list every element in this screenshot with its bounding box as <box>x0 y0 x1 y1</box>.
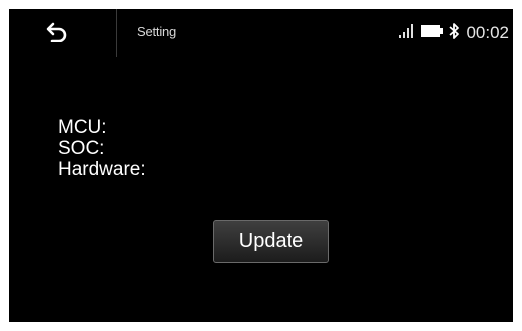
device-screen: Setting 00:02 MCU: SOC: Hardware: Update <box>9 9 513 322</box>
version-info: MCU: SOC: Hardware: <box>58 117 146 180</box>
hardware-label: Hardware: <box>58 159 146 180</box>
header-divider <box>116 9 117 57</box>
status-time: 00:02 <box>466 23 509 42</box>
battery-icon <box>420 23 444 44</box>
page-title: Setting <box>137 24 177 39</box>
mcu-label: MCU: <box>58 117 107 138</box>
soc-label: SOC: <box>58 138 105 159</box>
back-button[interactable] <box>37 17 77 51</box>
back-arrow-icon <box>46 22 68 47</box>
status-bar: 00:02 <box>398 19 513 47</box>
top-bar: Setting 00:02 <box>9 9 513 57</box>
bluetooth-icon <box>448 22 460 45</box>
update-button[interactable]: Update <box>213 220 329 263</box>
signal-bars-icon <box>398 23 416 44</box>
